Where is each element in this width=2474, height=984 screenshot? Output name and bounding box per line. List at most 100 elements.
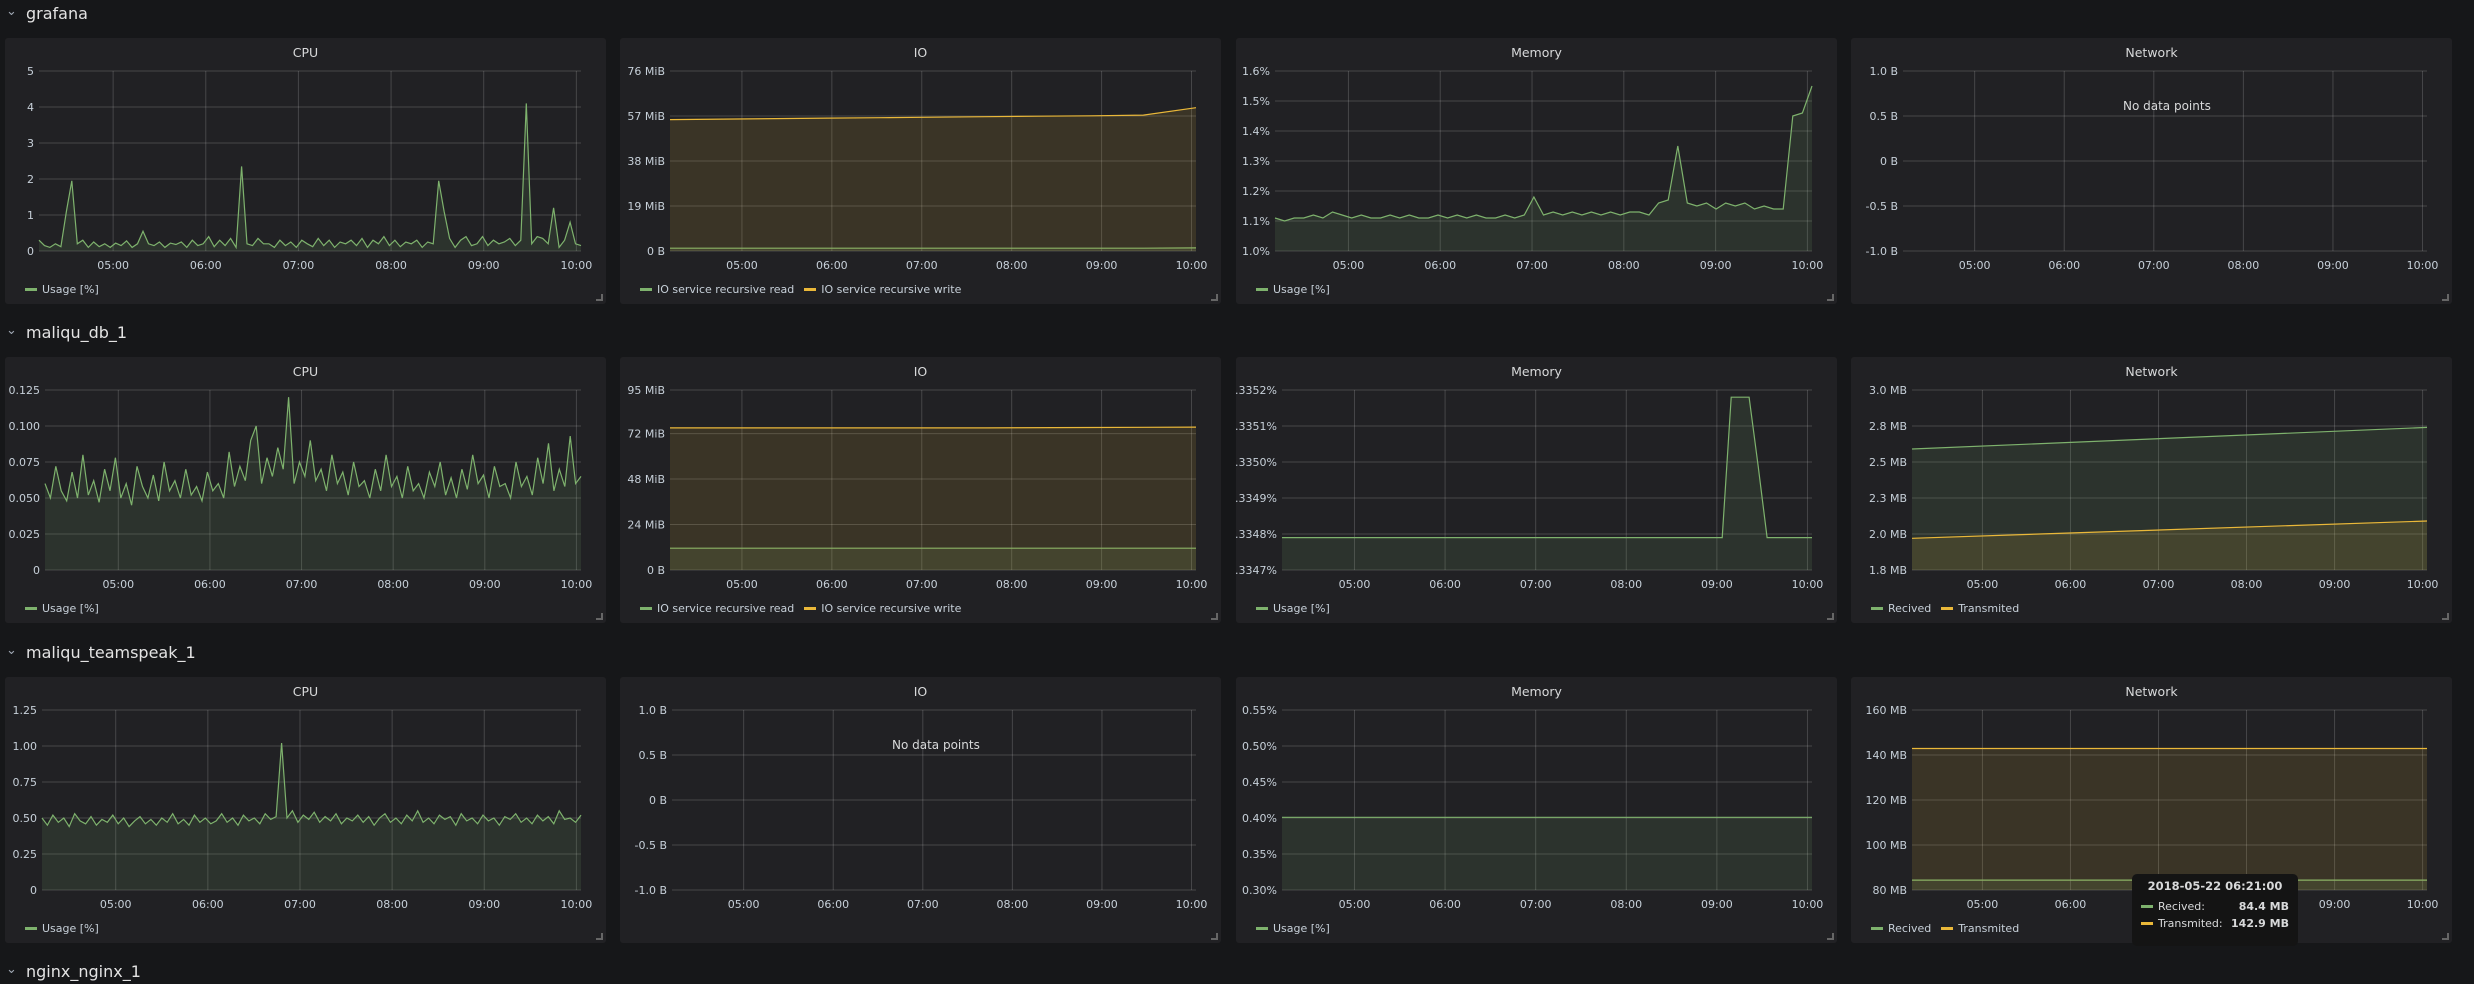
graph[interactable]: 5.3347%5.3348%5.3349%5.3350%5.3351%5.335… bbox=[1236, 357, 1837, 623]
row-title[interactable]: maliqu_teamspeak_1 bbox=[26, 643, 196, 662]
legend-label[interactable]: Usage [%] bbox=[42, 602, 99, 615]
x-tick-label: 06:00 bbox=[1429, 898, 1461, 911]
legend-label[interactable]: Usage [%] bbox=[1273, 922, 1330, 935]
y-tick-label: 0.075 bbox=[9, 456, 41, 469]
panel-title[interactable]: Network bbox=[1851, 45, 2452, 60]
legend-label[interactable]: Usage [%] bbox=[42, 283, 99, 296]
chevron-down-icon[interactable]: ⌄ bbox=[6, 4, 18, 19]
legend-swatch-icon bbox=[1871, 927, 1883, 930]
resize-handle-icon[interactable] bbox=[596, 933, 603, 940]
chevron-down-icon[interactable]: ⌄ bbox=[6, 323, 18, 338]
resize-handle-icon[interactable] bbox=[2442, 613, 2449, 620]
x-tick-label: 10:00 bbox=[561, 578, 593, 591]
legend-item[interactable]: Usage [%] bbox=[25, 922, 99, 935]
resize-handle-icon[interactable] bbox=[1211, 294, 1218, 301]
x-tick-label: 09:00 bbox=[2319, 578, 2351, 591]
graph[interactable]: 0 B24 MiB48 MiB72 MiB95 MiB05:0006:0007:… bbox=[620, 357, 1221, 623]
legend-item[interactable]: Recived bbox=[1871, 602, 1931, 615]
resize-handle-icon[interactable] bbox=[1211, 613, 1218, 620]
legend-item[interactable]: IO service recursive write bbox=[804, 283, 961, 296]
resize-handle-icon[interactable] bbox=[1211, 933, 1218, 940]
panel-title[interactable]: Memory bbox=[1236, 364, 1837, 379]
legend-label[interactable]: Usage [%] bbox=[42, 922, 99, 935]
panel-network: 1.8 MB2.0 MB2.3 MB2.5 MB2.8 MB3.0 MB05:0… bbox=[1851, 357, 2452, 623]
graph[interactable]: 0 B19 MiB38 MiB57 MiB76 MiB05:0006:0007:… bbox=[620, 38, 1221, 304]
panel-title[interactable]: CPU bbox=[5, 684, 606, 699]
panel-title[interactable]: CPU bbox=[5, 45, 606, 60]
legend-item[interactable]: IO service recursive write bbox=[804, 602, 961, 615]
panel-title[interactable]: IO bbox=[620, 684, 1221, 699]
resize-handle-icon[interactable] bbox=[1827, 613, 1834, 620]
resize-handle-icon[interactable] bbox=[596, 294, 603, 301]
legend-swatch-icon bbox=[1941, 607, 1953, 610]
legend-swatch-icon bbox=[1256, 607, 1268, 610]
y-tick-label: 100 MB bbox=[1865, 839, 1907, 852]
resize-handle-icon[interactable] bbox=[1827, 294, 1834, 301]
y-tick-label: 0.5 B bbox=[638, 749, 667, 762]
row-title[interactable]: maliqu_db_1 bbox=[26, 323, 127, 342]
legend-label[interactable]: IO service recursive write bbox=[821, 283, 961, 296]
y-tick-label: 0.55% bbox=[1242, 704, 1277, 717]
graph-tooltip: 2018-05-22 06:21:00 Recived: 84.4 MB Tra… bbox=[2132, 874, 2298, 946]
y-tick-label: 0.30% bbox=[1242, 884, 1277, 897]
series-area bbox=[670, 108, 1196, 251]
panel-title[interactable]: CPU bbox=[5, 364, 606, 379]
legend-label[interactable]: Recived bbox=[1888, 602, 1931, 615]
y-tick-label: 24 MiB bbox=[627, 519, 665, 532]
legend-item[interactable]: IO service recursive read bbox=[640, 602, 794, 615]
panel-title[interactable]: Network bbox=[1851, 684, 2452, 699]
x-tick-label: 06:00 bbox=[2055, 578, 2087, 591]
legend-item[interactable]: Usage [%] bbox=[25, 283, 99, 296]
legend-label[interactable]: IO service recursive read bbox=[657, 283, 794, 296]
legend-item[interactable]: Usage [%] bbox=[1256, 602, 1330, 615]
panel-network: -1.0 B-0.5 B0 B0.5 B1.0 B05:0006:0007:00… bbox=[1851, 38, 2452, 304]
x-tick-label: 07:00 bbox=[1520, 898, 1552, 911]
tooltip-time: 2018-05-22 06:21:00 bbox=[2141, 879, 2289, 893]
row-title[interactable]: nginx_nginx_1 bbox=[26, 962, 141, 981]
legend-label[interactable]: Usage [%] bbox=[1273, 283, 1330, 296]
legend-label[interactable]: Transmited bbox=[1958, 922, 2019, 935]
row-title[interactable]: grafana bbox=[26, 4, 88, 23]
y-tick-label: 5.3351% bbox=[1236, 420, 1277, 433]
row-header[interactable]: ⌄ maliqu_teamspeak_1 bbox=[6, 639, 196, 665]
panel-title[interactable]: IO bbox=[620, 45, 1221, 60]
y-tick-label: 0 bbox=[27, 245, 34, 258]
legend-label[interactable]: IO service recursive read bbox=[657, 602, 794, 615]
legend-item[interactable]: Recived bbox=[1871, 922, 1931, 935]
legend-item[interactable]: Transmited bbox=[1941, 602, 2019, 615]
graph[interactable]: 1.8 MB2.0 MB2.3 MB2.5 MB2.8 MB3.0 MB05:0… bbox=[1851, 357, 2452, 623]
legend-item[interactable]: Usage [%] bbox=[1256, 922, 1330, 935]
legend-label[interactable]: IO service recursive write bbox=[821, 602, 961, 615]
y-tick-label: 1.0% bbox=[1242, 245, 1270, 258]
graph[interactable]: 1.0%1.1%1.2%1.3%1.4%1.5%1.6%05:0006:0007… bbox=[1236, 38, 1837, 304]
legend-label[interactable]: Usage [%] bbox=[1273, 602, 1330, 615]
legend-label[interactable]: Transmited bbox=[1958, 602, 2019, 615]
panel-title[interactable]: Memory bbox=[1236, 45, 1837, 60]
graph[interactable]: -1.0 B-0.5 B0 B0.5 B1.0 B05:0006:0007:00… bbox=[620, 677, 1221, 943]
graph[interactable]: 00.250.500.751.001.2505:0006:0007:0008:0… bbox=[5, 677, 606, 943]
graph[interactable]: -1.0 B-0.5 B0 B0.5 B1.0 B05:0006:0007:00… bbox=[1851, 38, 2452, 304]
y-tick-label: 0.100 bbox=[9, 420, 41, 433]
chevron-down-icon[interactable]: ⌄ bbox=[6, 643, 18, 658]
row-header[interactable]: ⌄ grafana bbox=[6, 0, 88, 26]
legend-item[interactable]: IO service recursive read bbox=[640, 283, 794, 296]
resize-handle-icon[interactable] bbox=[1827, 933, 1834, 940]
legend-label[interactable]: Recived bbox=[1888, 922, 1931, 935]
chevron-down-icon[interactable]: ⌄ bbox=[6, 962, 18, 977]
resize-handle-icon[interactable] bbox=[596, 613, 603, 620]
legend: Recived Transmited bbox=[1871, 602, 2019, 615]
resize-handle-icon[interactable] bbox=[2442, 933, 2449, 940]
panel-title[interactable]: Network bbox=[1851, 364, 2452, 379]
graph[interactable]: 0.30%0.35%0.40%0.45%0.50%0.55%05:0006:00… bbox=[1236, 677, 1837, 943]
panel-title[interactable]: Memory bbox=[1236, 684, 1837, 699]
legend-item[interactable]: Usage [%] bbox=[25, 602, 99, 615]
legend-item[interactable]: Usage [%] bbox=[1256, 283, 1330, 296]
y-tick-label: 0.50 bbox=[13, 812, 38, 825]
resize-handle-icon[interactable] bbox=[2442, 294, 2449, 301]
panel-title[interactable]: IO bbox=[620, 364, 1221, 379]
row-header[interactable]: ⌄ nginx_nginx_1 bbox=[6, 958, 141, 984]
legend-item[interactable]: Transmited bbox=[1941, 922, 2019, 935]
graph[interactable]: 01234505:0006:0007:0008:0009:0010:00 bbox=[5, 38, 606, 304]
row-header[interactable]: ⌄ maliqu_db_1 bbox=[6, 319, 127, 345]
graph[interactable]: 00.0250.0500.0750.1000.12505:0006:0007:0… bbox=[5, 357, 606, 623]
